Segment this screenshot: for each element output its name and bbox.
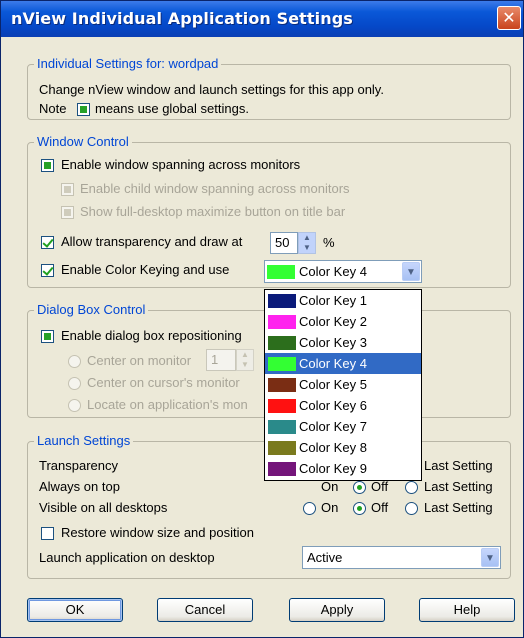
launch-desktop-label: Launch application on desktop bbox=[39, 550, 215, 565]
launch-settings-legend: Launch Settings bbox=[34, 433, 134, 448]
child-spanning-checkbox[interactable] bbox=[61, 183, 74, 196]
color-swatch bbox=[268, 462, 296, 476]
color-keying-checkbox[interactable] bbox=[41, 264, 54, 277]
color-swatch bbox=[268, 336, 296, 350]
launch-desktop-select[interactable]: Active ▼ bbox=[302, 546, 501, 569]
launch-row-label: Visible on all desktops bbox=[39, 500, 168, 515]
last-setting-label[interactable]: Last Setting bbox=[424, 500, 493, 515]
full-desktop-label[interactable]: Show full-desktop maximize button on tit… bbox=[80, 204, 345, 219]
monitor-number-spinner[interactable]: ▲ ▼ bbox=[236, 349, 254, 371]
selected-color-swatch bbox=[267, 265, 295, 279]
window-control-legend: Window Control bbox=[34, 134, 132, 149]
restore-window-label[interactable]: Restore window size and position bbox=[61, 525, 254, 540]
transparency-value-input[interactable]: 50 bbox=[270, 232, 298, 254]
visible-all-off-radio[interactable] bbox=[353, 502, 366, 515]
window-spanning-label[interactable]: Enable window spanning across monitors bbox=[61, 157, 300, 172]
transparency-label[interactable]: Allow transparency and draw at bbox=[61, 234, 242, 249]
color-key-option[interactable]: Color Key 6 bbox=[265, 395, 421, 416]
spin-up-icon[interactable]: ▲ bbox=[237, 350, 253, 360]
window-spanning-checkbox[interactable] bbox=[41, 159, 54, 172]
color-key-option-label: Color Key 4 bbox=[299, 356, 367, 371]
color-swatch bbox=[268, 378, 296, 392]
color-key-option[interactable]: Color Key 8 bbox=[265, 437, 421, 458]
full-desktop-checkbox[interactable] bbox=[61, 206, 74, 219]
color-key-option[interactable]: Color Key 7 bbox=[265, 416, 421, 437]
transparency-spinner[interactable]: ▲ ▼ bbox=[298, 232, 316, 254]
color-key-select[interactable]: Color Key 4 ▼ bbox=[264, 260, 422, 283]
color-keying-label[interactable]: Enable Color Keying and use bbox=[61, 262, 229, 277]
color-swatch bbox=[268, 441, 296, 455]
color-swatch bbox=[268, 294, 296, 308]
chevron-down-icon[interactable]: ▼ bbox=[402, 262, 420, 281]
color-key-dropdown-list: Color Key 1 Color Key 2 Color Key 3 Colo… bbox=[264, 289, 422, 481]
color-key-option[interactable]: Color Key 5 bbox=[265, 374, 421, 395]
dialog-box-control-legend: Dialog Box Control bbox=[34, 302, 149, 317]
last-setting-label[interactable]: Last Setting bbox=[424, 458, 493, 473]
help-button[interactable]: Help bbox=[419, 598, 515, 622]
color-key-option-label: Color Key 6 bbox=[299, 398, 367, 413]
off-label[interactable]: Off bbox=[371, 500, 388, 515]
color-swatch bbox=[268, 420, 296, 434]
individual-settings-description: Change nView window and launch settings … bbox=[39, 82, 384, 97]
off-label[interactable]: Off bbox=[371, 479, 388, 494]
center-monitor-label[interactable]: Center on monitor bbox=[87, 353, 191, 368]
color-key-option-label: Color Key 9 bbox=[299, 461, 367, 476]
color-key-option-label: Color Key 8 bbox=[299, 440, 367, 455]
locate-app-radio[interactable] bbox=[68, 399, 81, 412]
dialog-repositioning-checkbox[interactable] bbox=[41, 330, 54, 343]
color-key-select-value: Color Key 4 bbox=[299, 264, 367, 279]
color-key-option[interactable]: Color Key 9 bbox=[265, 458, 421, 479]
color-key-option[interactable]: Color Key 2 bbox=[265, 311, 421, 332]
transparency-checkbox[interactable] bbox=[41, 236, 54, 249]
color-key-option-label: Color Key 1 bbox=[299, 293, 367, 308]
window-title: nView Individual Application Settings bbox=[11, 9, 353, 28]
dialog-repositioning-label[interactable]: Enable dialog box repositioning bbox=[61, 328, 242, 343]
color-key-option[interactable]: Color Key 1 bbox=[265, 290, 421, 311]
global-indicator-icon bbox=[77, 103, 90, 116]
percent-label: % bbox=[323, 235, 335, 250]
last-setting-label[interactable]: Last Setting bbox=[424, 479, 493, 494]
ok-button[interactable]: OK bbox=[27, 598, 123, 622]
child-spanning-label[interactable]: Enable child window spanning across moni… bbox=[80, 181, 350, 196]
on-label[interactable]: On bbox=[321, 500, 338, 515]
apply-button[interactable]: Apply bbox=[289, 598, 385, 622]
launch-row-label: Always on top bbox=[39, 479, 120, 494]
chevron-down-icon[interactable]: ▼ bbox=[481, 548, 499, 567]
cancel-button[interactable]: Cancel bbox=[157, 598, 253, 622]
spin-down-icon[interactable]: ▼ bbox=[237, 360, 253, 370]
center-monitor-radio[interactable] bbox=[68, 355, 81, 368]
launch-desktop-value: Active bbox=[307, 550, 343, 565]
color-key-option-label: Color Key 7 bbox=[299, 419, 367, 434]
settings-dialog: nView Individual Application Settings ✕ … bbox=[0, 0, 524, 638]
launch-row-label: Transparency bbox=[39, 458, 118, 473]
visible-all-on-radio[interactable] bbox=[303, 502, 316, 515]
title-bar[interactable]: nView Individual Application Settings ✕ bbox=[1, 1, 523, 37]
always-on-top-last-radio[interactable] bbox=[405, 481, 418, 494]
monitor-number-input[interactable]: 1 bbox=[206, 349, 236, 371]
restore-window-checkbox[interactable] bbox=[41, 527, 54, 540]
spin-down-icon[interactable]: ▼ bbox=[299, 243, 315, 253]
color-key-option-label: Color Key 3 bbox=[299, 335, 367, 350]
locate-app-label[interactable]: Locate on application's mon bbox=[87, 397, 248, 412]
center-cursor-label[interactable]: Center on cursor's monitor bbox=[87, 375, 240, 390]
color-key-option-selected[interactable]: Color Key 4 bbox=[265, 353, 421, 374]
center-cursor-radio[interactable] bbox=[68, 377, 81, 390]
color-swatch bbox=[268, 357, 296, 371]
color-swatch bbox=[268, 315, 296, 329]
visible-all-last-radio[interactable] bbox=[405, 502, 418, 515]
spin-up-icon[interactable]: ▲ bbox=[299, 233, 315, 243]
color-key-option[interactable]: Color Key 3 bbox=[265, 332, 421, 353]
color-key-option-label: Color Key 5 bbox=[299, 377, 367, 392]
note-suffix: means use global settings. bbox=[95, 101, 249, 116]
individual-settings-legend: Individual Settings for: wordpad bbox=[34, 56, 222, 71]
on-label[interactable]: On bbox=[321, 479, 338, 494]
color-key-option-label: Color Key 2 bbox=[299, 314, 367, 329]
note-prefix: Note bbox=[39, 101, 67, 116]
color-swatch bbox=[268, 399, 296, 413]
always-on-top-off-radio[interactable] bbox=[353, 481, 366, 494]
close-button[interactable]: ✕ bbox=[497, 6, 521, 30]
